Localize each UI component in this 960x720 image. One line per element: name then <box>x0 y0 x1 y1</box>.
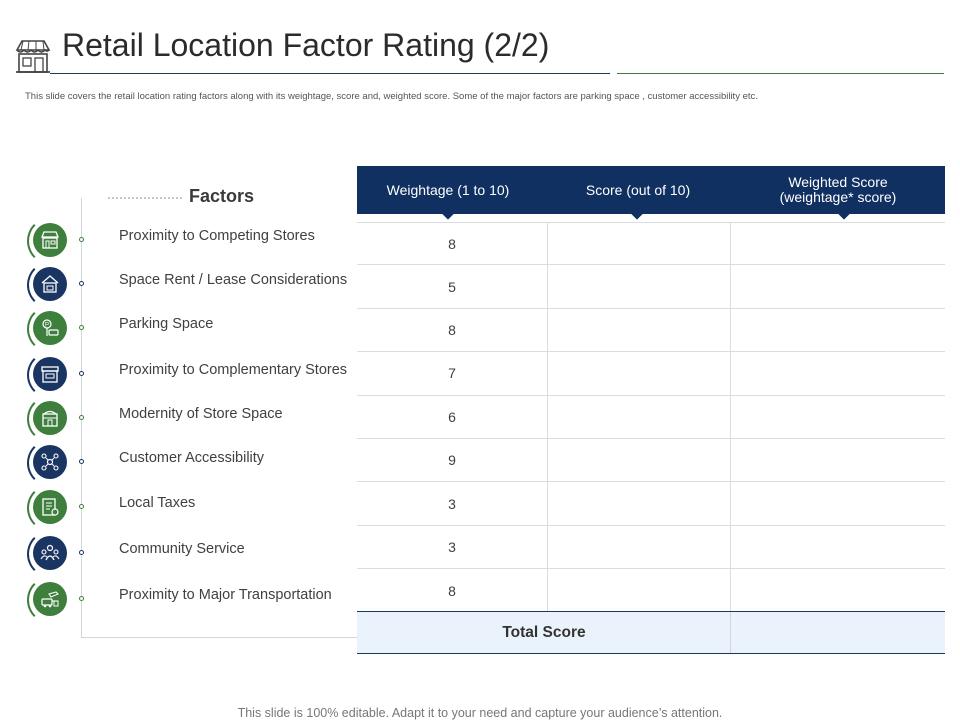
weightage-cell: 8 <box>448 582 456 599</box>
table-row: 8 <box>357 309 945 353</box>
factor-item: Space Rent / Lease Considerations <box>0 261 360 309</box>
shop-icon <box>33 357 67 391</box>
weightage-cell: 5 <box>448 278 456 295</box>
factor-label: Parking Space <box>119 316 214 332</box>
table-row: 7 <box>357 352 945 396</box>
factor-item: Proximity to Competing Stores <box>0 217 360 265</box>
storefront-icon <box>33 223 67 257</box>
factors-heading: Factors <box>189 186 255 206</box>
factors-dotted-line <box>108 197 182 199</box>
footer-note: This slide is 100% editable. Adapt it to… <box>237 706 723 720</box>
factor-item: Proximity to Major Transportation <box>0 576 360 624</box>
factor-item: Modernity of Store Space <box>0 395 360 443</box>
store-icon <box>14 38 52 76</box>
factor-item: Community Service <box>0 530 360 578</box>
modern-store-icon <box>33 401 67 435</box>
total-score-row: Total Score <box>357 611 945 654</box>
page-title: Retail Location Factor Rating (2/2) <box>62 27 550 63</box>
header-weightage: Weightage (1 to 10) <box>386 181 510 198</box>
weightage-cell: 8 <box>448 321 456 338</box>
weightage-cell: 3 <box>448 538 456 555</box>
header-score: Score (out of 10) <box>585 181 691 198</box>
table-body: 8 5 8 7 6 9 3 3 8 <box>357 222 945 613</box>
parking-icon: P <box>33 311 67 345</box>
factor-label: Proximity to Competing Stores <box>119 228 315 244</box>
weightage-cell: 3 <box>448 495 456 512</box>
factor-label: Proximity to Complementary Stores <box>119 362 348 378</box>
factor-item: Customer Accessibility <box>0 439 360 487</box>
weightage-cell: 8 <box>448 235 456 252</box>
community-icon <box>33 536 67 570</box>
table-row: 9 <box>357 439 945 483</box>
house-lease-icon <box>33 267 67 301</box>
page-subtitle: This slide covers the retail location ra… <box>25 91 758 102</box>
factor-item: P Parking Space <box>0 305 360 353</box>
table-row: 5 <box>357 265 945 309</box>
factor-label: Proximity to Major Transportation <box>119 587 332 603</box>
transport-icon <box>33 582 67 616</box>
weightage-cell: 6 <box>448 408 456 425</box>
factor-label: Customer Accessibility <box>119 450 265 466</box>
svg-text:P: P <box>45 323 49 329</box>
tax-document-icon <box>33 490 67 524</box>
factor-item: Local Taxes <box>0 484 360 532</box>
factor-label: Local Taxes <box>119 495 196 511</box>
table-row: 8 <box>357 569 945 612</box>
title-rule-accent <box>617 73 944 74</box>
header-weighted-score: Weighted Score (weightage* score) <box>779 174 897 205</box>
factor-label: Space Rent / Lease Considerations <box>119 272 348 288</box>
table-header: Weightage (1 to 10) Score (out of 10) We… <box>357 166 945 220</box>
network-icon <box>33 445 67 479</box>
total-score-label: Total Score <box>502 623 586 641</box>
factor-item: Proximity to Complementary Stores <box>0 351 360 399</box>
table-row: 3 <box>357 482 945 526</box>
table-row: 8 <box>357 222 945 266</box>
title-rule <box>50 73 610 74</box>
weightage-cell: 7 <box>448 365 456 382</box>
table-row: 3 <box>357 526 945 570</box>
factor-label: Modernity of Store Space <box>119 406 283 422</box>
factor-label: Community Service <box>119 541 245 557</box>
weightage-cell: 9 <box>448 452 456 469</box>
table-row: 6 <box>357 396 945 439</box>
